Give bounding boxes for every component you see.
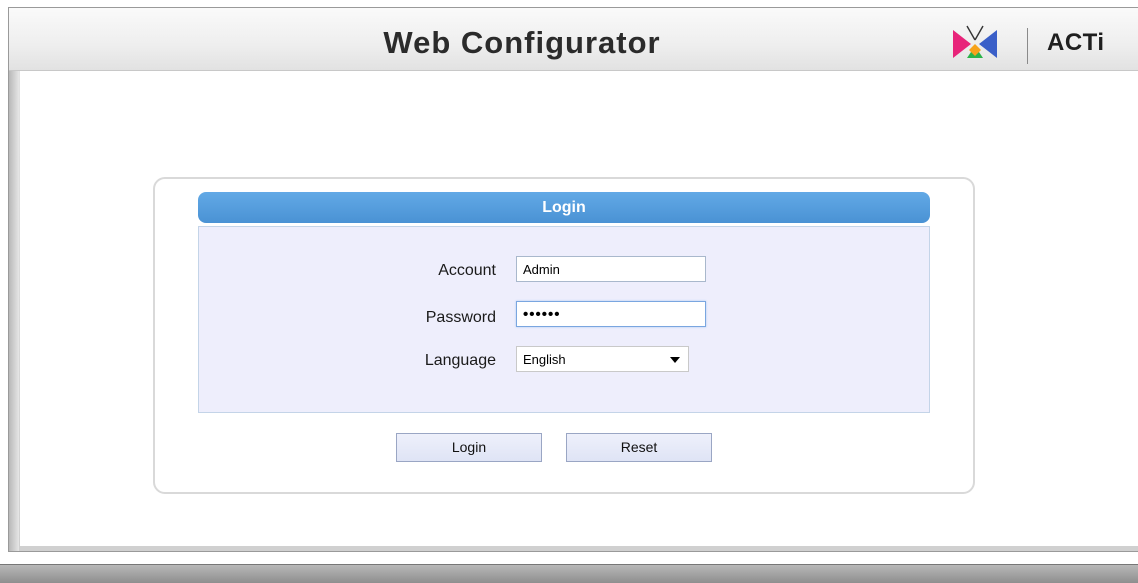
- page-title: Web Configurator: [383, 25, 661, 60]
- language-select[interactable]: English: [516, 346, 689, 372]
- bottom-gap: [0, 552, 1138, 564]
- logo-divider: [1027, 28, 1028, 64]
- login-panel-title: Login: [198, 192, 930, 223]
- password-field[interactable]: [516, 301, 706, 327]
- acti-logo-icon: [953, 25, 997, 58]
- language-label: Language: [424, 352, 496, 369]
- header-bar: Web Configurator ACTi: [9, 8, 1138, 71]
- left-strip: [9, 71, 19, 551]
- password-label: Password: [425, 309, 496, 326]
- status-bar: [0, 564, 1138, 583]
- language-selected-value: English: [523, 352, 566, 367]
- account-field[interactable]: [516, 256, 706, 282]
- brand-name: ACTi: [1047, 29, 1105, 56]
- account-label: Account: [438, 262, 496, 279]
- reset-button[interactable]: Reset: [566, 433, 712, 462]
- login-button[interactable]: Login: [396, 433, 542, 462]
- chevron-down-icon: [670, 357, 680, 363]
